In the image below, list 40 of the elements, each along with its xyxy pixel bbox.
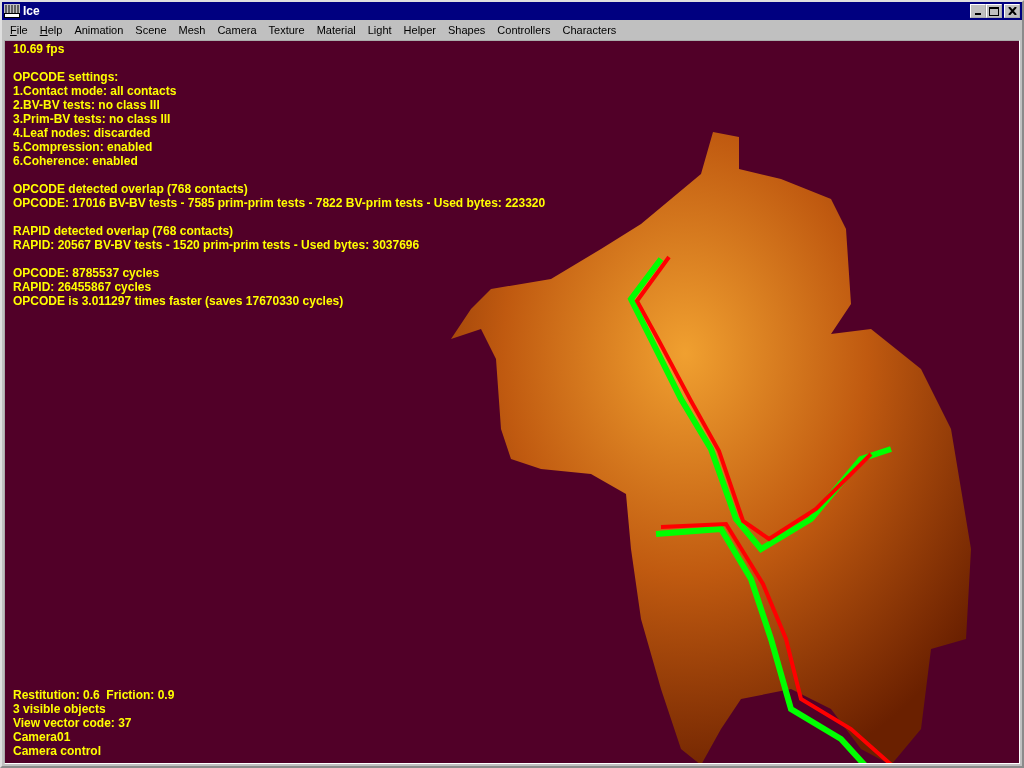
stats-text: RAPID detected overlap (768 contacts) (13, 224, 234, 238)
menu-item[interactable]: File (4, 22, 34, 38)
window-title: Ice (23, 4, 41, 18)
menu-item[interactable]: Help (33, 22, 69, 38)
status-text: Camera control (13, 744, 102, 758)
menu-item[interactable]: Material (310, 22, 362, 38)
stats-text: OPCODE is 3.011297 times faster (saves 17670330 cycles) (13, 294, 344, 308)
maximize-button[interactable] (986, 4, 1002, 18)
close-icon (1007, 7, 1017, 15)
stats-text: 10.69 fps (13, 42, 65, 56)
menu-item[interactable]: Helper (397, 22, 442, 38)
stats-text: 6.Coherence: enabled (13, 154, 138, 168)
stats-text: OPCODE: 8785537 cycles (13, 266, 160, 280)
status-text: Restitution: 0.6 Friction: 0.9 (13, 688, 175, 702)
stats-text: 3.Prim-BV tests: no class III (13, 112, 171, 126)
maximize-icon (989, 6, 999, 16)
status-text: 3 visible objects (13, 702, 106, 716)
menu-item[interactable]: Camera (211, 22, 263, 38)
close-button[interactable] (1004, 4, 1020, 18)
stats-text: OPCODE detected overlap (768 contacts) (13, 182, 248, 196)
stats-text: 2.BV-BV tests: no class III (13, 98, 160, 112)
stats-text: 4.Leaf nodes: discarded (13, 126, 151, 140)
stats-text: 5.Compression: enabled (13, 140, 153, 154)
menu-item[interactable]: Scene (129, 22, 173, 38)
menu-item[interactable]: Light (361, 22, 398, 38)
stats-text: RAPID: 20567 BV-BV tests - 1520 prim-prim tests - Used bytes: 3037696 (13, 238, 420, 252)
stats-text: OPCODE settings: (13, 70, 119, 84)
minimize-button[interactable] (970, 4, 986, 18)
menu-item[interactable]: Mesh (172, 22, 212, 38)
stats-text: OPCODE: 17016 BV-BV tests - 7585 prim-prim tests - 7822 BV-prim tests - Used bytes: 223320 (13, 196, 546, 210)
stats-text: RAPID: 26455867 cycles (13, 280, 152, 294)
menu-item[interactable]: Shapes (442, 22, 492, 38)
status-text: Camera01 (13, 730, 71, 744)
stats-text: 1.Contact mode: all contacts (13, 84, 177, 98)
menu-item[interactable]: Texture (262, 22, 311, 38)
menu-item[interactable]: Animation (68, 22, 130, 38)
status-text: View vector code: 37 (13, 716, 132, 730)
menu-item[interactable]: Controllers (491, 22, 557, 38)
app-icon (4, 4, 20, 18)
menu-item[interactable]: Characters (556, 22, 623, 38)
